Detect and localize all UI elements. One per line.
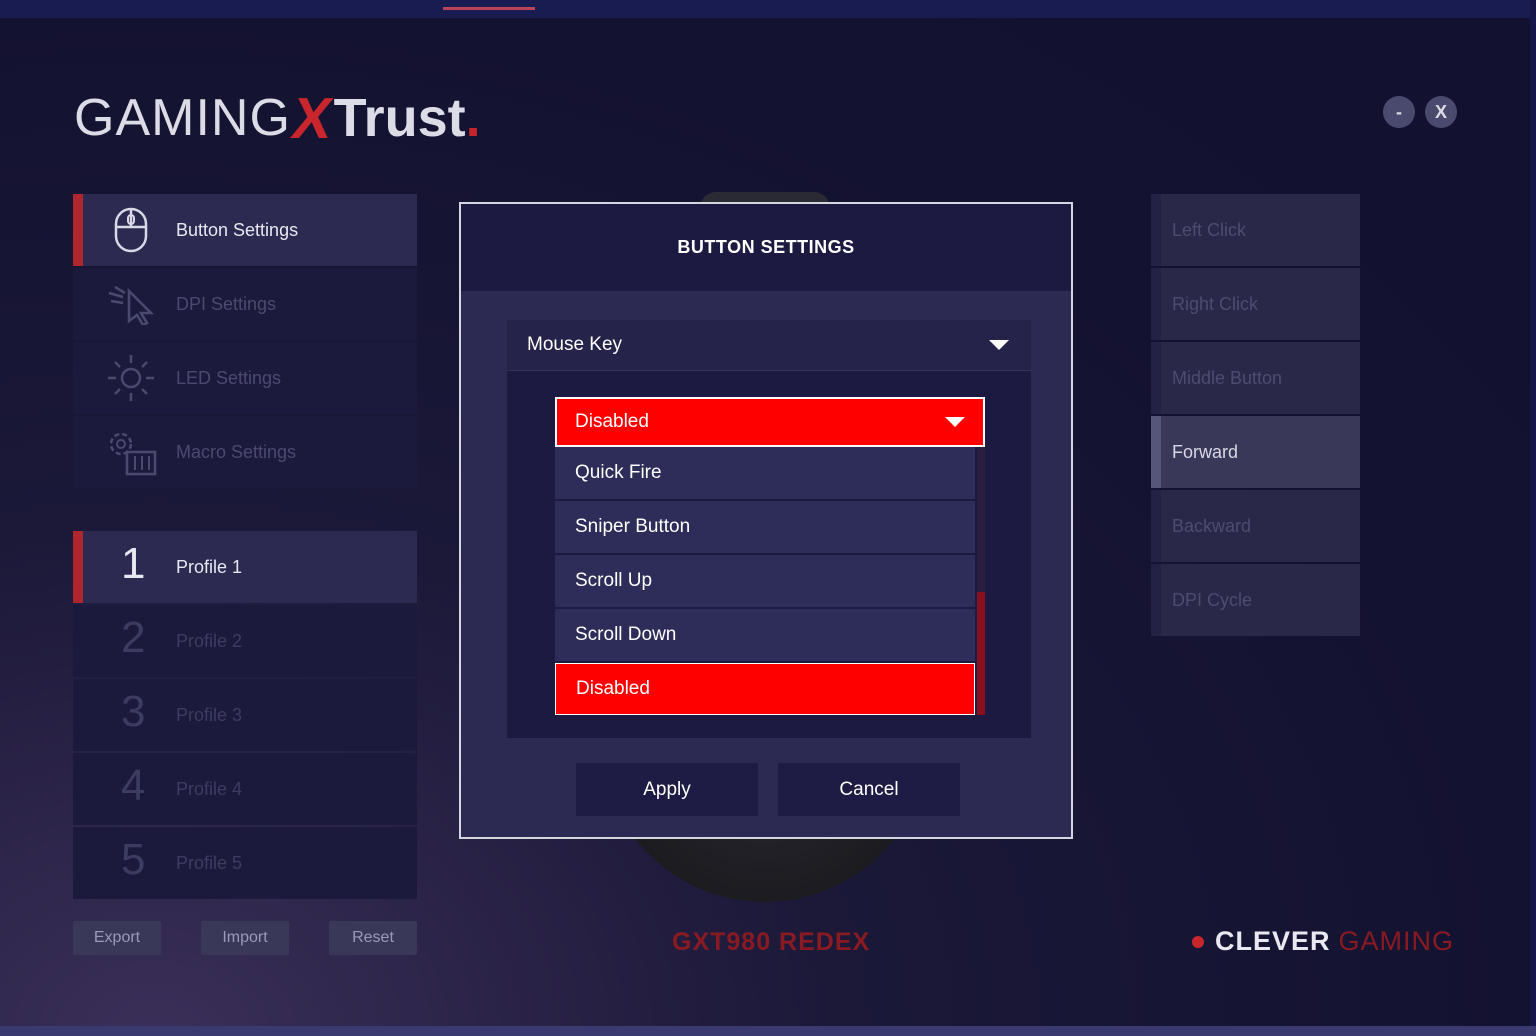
category-dropdown[interactable]: Mouse Key — [507, 320, 1031, 371]
button-item-left-click[interactable]: Left Click — [1151, 194, 1360, 266]
option-quick-fire[interactable]: Quick Fire — [555, 447, 975, 499]
close-button[interactable]: X — [1425, 96, 1457, 128]
profile-label: Profile 4 — [176, 779, 243, 799]
profile-label: Profile 1 — [176, 557, 243, 577]
logo-x: X — [287, 85, 338, 151]
nav-item-button-settings[interactable]: Button Settings — [73, 194, 417, 266]
profile-item-2[interactable]: 2 Profile 2 — [73, 605, 417, 677]
function-options-list: Quick Fire Sniper Button Scroll Up Scrol… — [555, 447, 975, 717]
nav-item-label: DPI Settings — [176, 293, 277, 314]
brand-bullet — [1192, 935, 1204, 948]
nav-item-dpi-settings[interactable]: DPI Settings — [73, 268, 417, 340]
button-item-label: Middle Button — [1172, 368, 1283, 388]
nav-item-label: Macro Settings — [176, 441, 297, 462]
profile-number: 1 — [121, 539, 146, 588]
profile-number: 2 — [121, 613, 146, 662]
sun-icon — [103, 353, 159, 403]
brand-clever: CLEVER — [1215, 926, 1331, 956]
function-dropdown[interactable]: Disabled — [555, 397, 985, 447]
logo-gaming: GAMING — [74, 89, 291, 147]
option-scroll-down[interactable]: Scroll Down — [555, 609, 975, 661]
button-item-label: Right Click — [1172, 294, 1259, 314]
minimize-button[interactable]: - — [1383, 96, 1415, 128]
button-item-forward[interactable]: Forward — [1151, 416, 1360, 488]
profile-item-3[interactable]: 3 Profile 3 — [73, 679, 417, 751]
cursor-icon — [103, 279, 159, 329]
logo-trust: Trust — [333, 88, 466, 148]
chevron-down-icon — [989, 340, 1009, 350]
profile-label: Profile 3 — [176, 705, 243, 725]
profile-item-5[interactable]: 5 Profile 5 — [73, 827, 417, 899]
window-edge — [1530, 0, 1536, 1036]
model-name: GXT980 REDEX — [672, 928, 871, 956]
button-item-right-click[interactable]: Right Click — [1151, 268, 1360, 340]
function-dropdown-value: Disabled — [575, 411, 649, 432]
button-item-label: Left Click — [1172, 220, 1247, 240]
dialog-body: Mouse Key Disabled Quick Fire Sniper But… — [507, 320, 1031, 738]
nav-item-label: LED Settings — [176, 367, 282, 388]
mouse-button-list: Left Click Right Click Middle Button For… — [1151, 194, 1360, 638]
button-item-label: DPI Cycle — [1172, 590, 1253, 610]
option-label: Sniper Button — [575, 516, 691, 537]
profile-label: Profile 2 — [176, 631, 243, 651]
profile-number: 3 — [121, 687, 146, 736]
dialog-title: BUTTON SETTINGS — [461, 204, 1071, 291]
apply-button[interactable]: Apply — [576, 763, 758, 816]
option-label: Scroll Down — [575, 624, 677, 645]
category-dropdown-value: Mouse Key — [527, 334, 623, 355]
nav-item-led-settings[interactable]: LED Settings — [73, 342, 417, 414]
profile-list: 1 Profile 1 2 Profile 2 3 Profile 3 4 Pr… — [73, 531, 417, 901]
options-scrollbar[interactable] — [977, 447, 985, 715]
profile-label: Profile 5 — [176, 853, 243, 873]
clever-gaming-logo: CLEVER GAMING — [1192, 926, 1454, 957]
button-settings-dialog: BUTTON SETTINGS Mouse Key Disabled Quick… — [459, 202, 1073, 839]
option-sniper-button[interactable]: Sniper Button — [555, 501, 975, 553]
scrollbar-thumb[interactable] — [977, 592, 985, 715]
top-bar — [0, 0, 1536, 18]
profile-item-1[interactable]: 1 Profile 1 — [73, 531, 417, 603]
logo-dot: . — [465, 88, 481, 148]
active-tab-indicator — [443, 7, 535, 10]
reset-button[interactable]: Reset — [329, 921, 417, 955]
gaming-trust-logo: GAMING X Trust . — [74, 86, 481, 151]
settings-nav: Button Settings DPI Settings LED Setting… — [73, 194, 417, 490]
nav-item-macro-settings[interactable]: Macro Settings — [73, 416, 417, 488]
option-label: Scroll Up — [575, 570, 653, 591]
option-label: Quick Fire — [575, 462, 662, 483]
export-button[interactable]: Export — [73, 921, 161, 955]
gear-sliders-icon — [103, 427, 159, 477]
mouse-icon — [103, 205, 159, 255]
profile-item-4[interactable]: 4 Profile 4 — [73, 753, 417, 825]
profile-number: 5 — [121, 835, 146, 884]
option-scroll-up[interactable]: Scroll Up — [555, 555, 975, 607]
button-item-label: Forward — [1172, 442, 1239, 462]
button-item-backward[interactable]: Backward — [1151, 490, 1360, 562]
profile-number: 4 — [121, 761, 146, 810]
brand-gaming: GAMING — [1338, 926, 1455, 956]
nav-item-label: Button Settings — [176, 219, 299, 240]
cancel-button[interactable]: Cancel — [778, 763, 960, 816]
button-item-middle-button[interactable]: Middle Button — [1151, 342, 1360, 414]
option-label: Disabled — [576, 678, 650, 699]
import-button[interactable]: Import — [201, 921, 289, 955]
button-item-dpi-cycle[interactable]: DPI Cycle — [1151, 564, 1360, 636]
button-item-label: Backward — [1172, 516, 1252, 536]
bottom-bar — [0, 1026, 1536, 1036]
chevron-down-icon — [945, 417, 965, 427]
option-disabled[interactable]: Disabled — [555, 663, 975, 715]
